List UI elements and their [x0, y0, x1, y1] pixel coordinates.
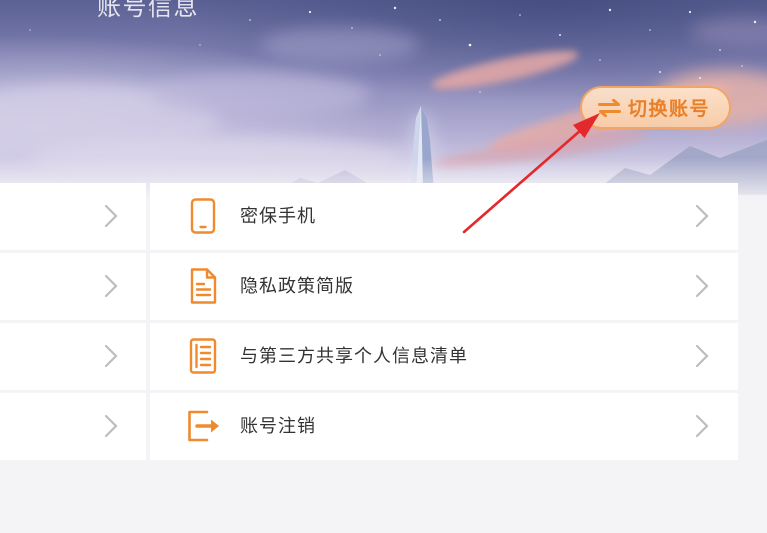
page-title: 账号信息: [97, 0, 199, 21]
phone-icon: [190, 198, 216, 234]
menu-item-label: 密保手机: [240, 206, 316, 227]
menu-item-third-party-sharing-list[interactable]: 与第三方共享个人信息清单: [150, 323, 738, 390]
chevron-right-icon: [104, 274, 118, 298]
left-menu-item[interactable]: [0, 323, 146, 390]
chevron-right-icon: [104, 204, 118, 228]
chevron-right-icon: [104, 414, 118, 438]
switch-account-button[interactable]: 切换账号: [580, 86, 731, 129]
left-menu-item[interactable]: [0, 183, 146, 250]
chevron-right-icon: [695, 414, 709, 438]
menu-item-label: 账号注销: [240, 416, 316, 437]
list-document-icon: [189, 338, 217, 374]
chevron-right-icon: [695, 274, 709, 298]
left-menu-item[interactable]: [0, 253, 146, 320]
logout-icon: [188, 410, 219, 442]
switch-account-label: 切换账号: [628, 98, 711, 120]
chevron-right-icon: [695, 344, 709, 368]
menu-item-account-deletion[interactable]: 账号注销: [150, 393, 738, 460]
menu-item-label: 与第三方共享个人信息清单: [240, 346, 468, 367]
menu-item-security-phone[interactable]: 密保手机: [150, 183, 738, 250]
left-menu-item[interactable]: [0, 393, 146, 460]
menu-item-privacy-policy-brief[interactable]: 隐私政策简版: [150, 253, 738, 320]
chevron-right-icon: [104, 344, 118, 368]
swap-arrows-icon: [598, 98, 621, 117]
menu-item-label: 隐私政策简版: [240, 276, 354, 297]
chevron-right-icon: [695, 204, 709, 228]
document-icon: [190, 268, 217, 304]
